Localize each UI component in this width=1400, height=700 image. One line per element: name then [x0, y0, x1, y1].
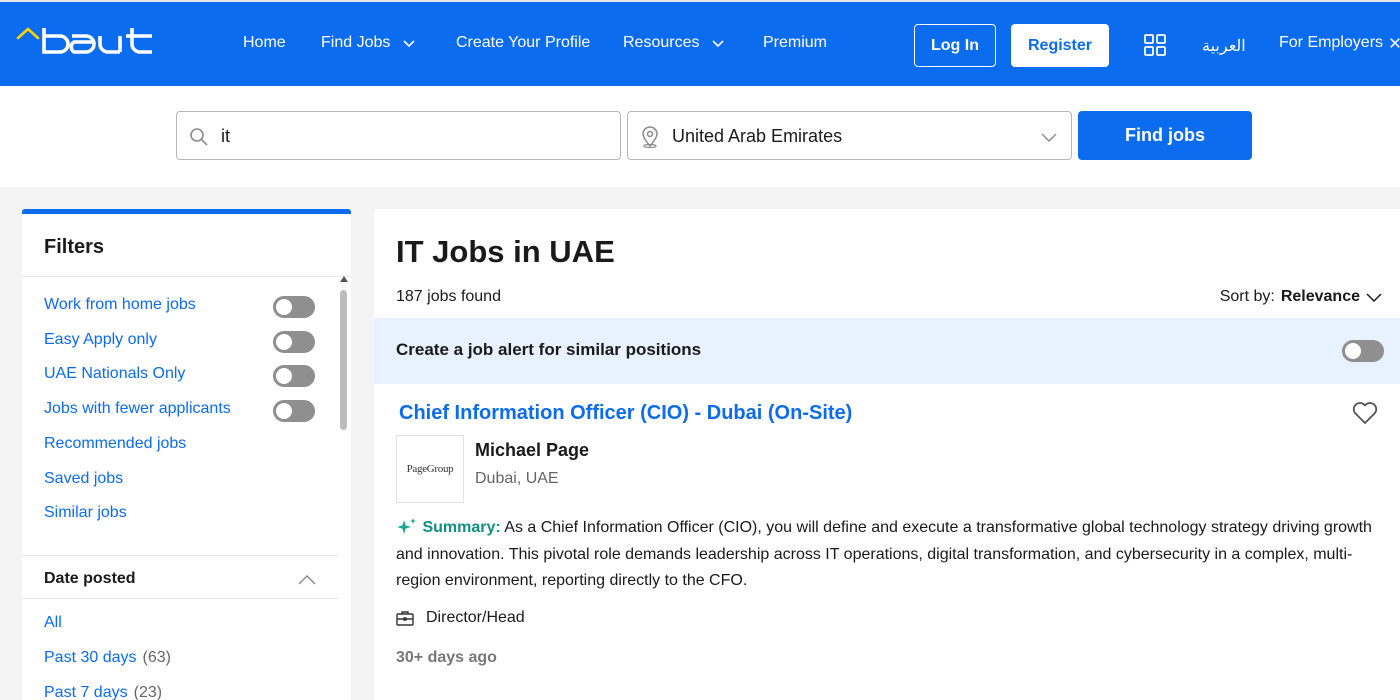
language-switch[interactable]: العربية	[1202, 36, 1246, 56]
toggle-uae-nationals[interactable]	[273, 365, 315, 387]
search-band: United Arab Emirates Find jobs	[0, 86, 1400, 187]
nav-create-profile-label: Create Your Profile	[456, 34, 591, 51]
top-navigation-bar: Home Find Jobs Create Your Profile Resou…	[0, 0, 1400, 86]
heart-icon[interactable]	[1352, 401, 1378, 425]
career-level-text: Director/Head	[426, 609, 525, 626]
nav-premium[interactable]: Premium	[763, 34, 827, 52]
briefcase-icon	[396, 611, 414, 626]
filter-fewer-applicants[interactable]: Jobs with fewer applicants	[44, 400, 231, 418]
search-icon	[190, 128, 208, 146]
filters-panel: Filters Work from home jobs Easy Apply o…	[22, 209, 351, 700]
chevron-down-icon	[1041, 133, 1057, 142]
nav-premium-label: Premium	[763, 34, 828, 51]
for-employers-label: For Employers	[1279, 34, 1384, 51]
for-employers-link[interactable]: For Employers	[1279, 34, 1400, 52]
bayt-logo[interactable]	[16, 24, 156, 60]
job-alert-text: Create a job alert for similar positions	[396, 340, 702, 359]
divider	[22, 555, 338, 556]
summary-text: As a Chief Information Officer (CIO), yo…	[396, 519, 1372, 589]
date-option-label: Past 30 days	[44, 649, 137, 666]
jobs-count: 187 jobs found	[396, 288, 501, 305]
filter-uae-nationals[interactable]: UAE Nationals Only	[44, 365, 185, 383]
location-value: United Arab Emirates	[672, 126, 843, 146]
job-alert-band: Create a job alert for similar positions	[374, 318, 1400, 384]
nav-home[interactable]: Home	[243, 34, 286, 52]
register-button[interactable]: Register	[1011, 24, 1109, 67]
sort-value: Relevance	[1280, 288, 1360, 305]
date-option-count: (63)	[142, 649, 171, 666]
search-box[interactable]	[176, 111, 621, 160]
scroll-up-arrow[interactable]	[340, 276, 348, 282]
search-input[interactable]	[221, 120, 601, 152]
date-option-all[interactable]: All	[44, 614, 62, 632]
divider	[22, 598, 338, 599]
grid-icon[interactable]	[1144, 34, 1166, 56]
language-label: العربية	[1202, 38, 1246, 55]
nav-resources-label: Resources	[623, 34, 700, 51]
nav-create-profile[interactable]: Create Your Profile	[456, 34, 590, 52]
link-saved-jobs[interactable]: Saved jobs	[44, 470, 123, 488]
sparkle-icon	[397, 518, 416, 534]
job-title-link[interactable]: Chief Information Officer (CIO) - Dubai …	[399, 402, 852, 425]
toggle-easy-apply[interactable]	[273, 331, 315, 353]
chevron-down-icon	[403, 40, 415, 48]
find-jobs-button[interactable]: Find jobs	[1078, 111, 1252, 160]
job-alert-toggle[interactable]	[1342, 340, 1384, 362]
nav-resources[interactable]: Resources	[623, 34, 725, 52]
job-summary: Summary: As a Chief Information Officer …	[396, 515, 1386, 595]
filter-work-from-home[interactable]: Work from home jobs	[44, 296, 196, 314]
chevron-down-icon	[1366, 293, 1382, 303]
login-button[interactable]: Log In	[914, 24, 996, 67]
filters-title: Filters	[44, 236, 105, 258]
nav-find-jobs[interactable]: Find Jobs	[321, 34, 416, 52]
sort-dropdown[interactable]: Sort by: Relevance	[1220, 288, 1382, 306]
chevron-down-icon	[712, 40, 725, 48]
close-icon[interactable]	[1389, 37, 1400, 49]
date-option-30-days[interactable]: Past 30 days (63)	[44, 649, 171, 667]
chevron-up-icon[interactable]	[298, 574, 316, 586]
link-recommended-jobs[interactable]: Recommended jobs	[44, 435, 186, 453]
map-pin-icon	[642, 126, 658, 148]
nav-home-label: Home	[243, 34, 286, 51]
job-location: Dubai, UAE	[475, 470, 559, 487]
page-title: IT Jobs in UAE	[396, 234, 615, 269]
scrollbar-thumb[interactable]	[340, 290, 347, 430]
toggle-work-from-home[interactable]	[273, 296, 315, 318]
date-option-7-days[interactable]: Past 7 days (23)	[44, 684, 162, 700]
nav-find-jobs-label: Find Jobs	[321, 34, 391, 51]
date-option-label: All	[44, 614, 62, 631]
summary-label: Summary:	[422, 519, 501, 536]
divider	[22, 276, 351, 277]
toggle-fewer-applicants[interactable]	[273, 400, 315, 422]
link-similar-jobs[interactable]: Similar jobs	[44, 504, 127, 522]
company-name[interactable]: Michael Page	[475, 440, 589, 461]
filter-easy-apply[interactable]: Easy Apply only	[44, 331, 157, 349]
location-select[interactable]: United Arab Emirates	[627, 111, 1072, 160]
sort-label: Sort by:	[1219, 288, 1275, 305]
career-level: Director/Head	[396, 609, 525, 627]
results-panel: IT Jobs in UAE 187 jobs found Sort by: R…	[374, 209, 1400, 700]
date-option-count: (23)	[133, 684, 163, 700]
posted-date: 30+ days ago	[396, 649, 497, 666]
date-posted-title[interactable]: Date posted	[44, 570, 136, 588]
date-option-label: Past 7 days	[44, 684, 128, 700]
company-logo[interactable]: PageGroup	[396, 435, 464, 503]
